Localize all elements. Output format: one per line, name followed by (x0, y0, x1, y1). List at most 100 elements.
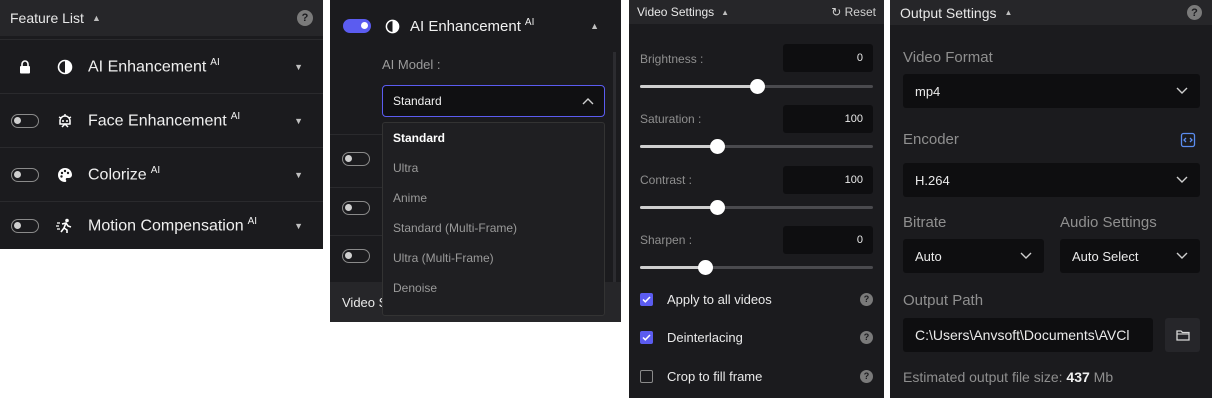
row-divider (330, 134, 382, 135)
collapse-caret-icon[interactable]: ▲ (590, 21, 599, 31)
deinterlacing-row[interactable]: Deinterlacing ? (640, 327, 873, 347)
feature-item-ai-enhancement[interactable]: AI Enhancement AI ▼ (0, 39, 323, 93)
audio-settings-value: Auto Select (1072, 248, 1139, 264)
sharpen-value-input[interactable]: 0 (783, 226, 873, 254)
slider-fill (640, 145, 717, 148)
output-settings-header[interactable]: Output Settings ▲ ? (890, 0, 1212, 25)
video-settings-panel: Video Settings ▲ ↻ Reset Brightness : 0 … (629, 0, 884, 398)
toggle-switch[interactable] (11, 218, 39, 233)
chevron-down-icon (1176, 87, 1188, 95)
deinterlacing-label: Deinterlacing (667, 329, 743, 345)
bitrate-select[interactable]: Auto (903, 239, 1044, 273)
help-icon[interactable]: ? (860, 292, 873, 306)
ai-enhancement-toggle[interactable] (343, 19, 371, 33)
toggle-switch[interactable] (342, 201, 370, 215)
help-icon[interactable]: ? (860, 369, 873, 383)
apply-to-all-videos-label: Apply to all videos (667, 291, 772, 307)
crop-to-fill-frame-row[interactable]: Crop to fill frame ? (640, 366, 873, 386)
audio-settings-select[interactable]: Auto Select (1060, 239, 1200, 273)
toggle-switch[interactable] (11, 167, 39, 182)
feature-toggle[interactable] (0, 218, 50, 233)
slider-handle[interactable] (698, 260, 714, 275)
video-format-label: Video Format (903, 49, 993, 66)
slider-handle[interactable] (709, 139, 725, 154)
slider-handle[interactable] (749, 79, 765, 94)
contrast-value-input[interactable]: 100 (783, 166, 873, 194)
contrast-slider[interactable] (640, 200, 873, 215)
reset-label: Reset (844, 5, 876, 19)
video-settings-header[interactable]: Video Settings ▲ ↻ Reset (629, 0, 884, 24)
ai-model-option[interactable]: Standard (Multi-Frame) (383, 213, 604, 243)
output-path-input[interactable]: C:\Users\Anvsoft\Documents\AVCl (903, 318, 1153, 352)
feature-list-title: Feature List (10, 10, 84, 26)
encoder-settings-icon[interactable] (1180, 132, 1196, 148)
feature-item-colorize[interactable]: Colorize AI ▼ (0, 147, 323, 201)
ai-badge: AI (230, 110, 241, 122)
video-format-select[interactable]: mp4 (903, 74, 1200, 108)
brightness-slider[interactable] (640, 79, 873, 94)
collapse-triangle-icon[interactable]: ▲ (1005, 8, 1013, 17)
feature-list-header[interactable]: Feature List ▲ ? (0, 0, 323, 36)
crop-to-fill-frame-checkbox[interactable] (640, 369, 653, 383)
ai-badge: AI (150, 164, 161, 176)
video-settings-title: Video Settings (637, 5, 715, 19)
hidden-feature-toggle[interactable] (330, 139, 382, 179)
scrollbar[interactable] (613, 52, 616, 282)
collapse-triangle-icon[interactable]: ▲ (92, 13, 101, 23)
feature-item-label-wrap: Face Enhancement AI (88, 111, 240, 130)
feature-item-label-wrap: Colorize AI (88, 165, 160, 184)
help-icon[interactable]: ? (297, 10, 313, 26)
feature-toggle[interactable] (0, 113, 50, 128)
output-settings-title: Output Settings (900, 4, 997, 21)
apply-to-all-videos-row[interactable]: Apply to all videos ? (640, 289, 873, 309)
bitrate-label: Bitrate (903, 214, 947, 231)
saturation-value-input[interactable]: 100 (783, 105, 873, 133)
feature-item-face-enhancement[interactable]: Face Enhancement AI ▼ (0, 93, 323, 147)
sharpen-slider[interactable] (640, 260, 873, 275)
ai-model-select[interactable]: Standard (382, 85, 605, 117)
palette-icon (50, 167, 80, 183)
slider-handle[interactable] (709, 200, 725, 215)
lock-icon (0, 59, 50, 74)
ai-model-dropdown-menu: Standard Ultra Anime Standard (Multi-Fra… (382, 122, 605, 316)
feature-item-label: Motion Compensation (88, 217, 244, 235)
ai-enhancement-header[interactable]: AI Enhancement AI ▲ (330, 0, 621, 52)
ai-model-option[interactable]: Ultra (383, 153, 604, 183)
expand-caret-icon[interactable]: ▼ (294, 221, 303, 231)
expand-caret-icon[interactable]: ▼ (294, 170, 303, 180)
ai-badge: AI (524, 17, 535, 28)
running-icon (50, 218, 80, 234)
deinterlacing-checkbox[interactable] (640, 330, 653, 344)
encoder-select[interactable]: H.264 (903, 163, 1200, 197)
ai-model-option[interactable]: Ultra (Multi-Frame) (383, 243, 604, 273)
toggle-switch[interactable] (342, 152, 370, 166)
brightness-value-input[interactable]: 0 (783, 44, 873, 72)
encoder-value: H.264 (915, 172, 950, 188)
estimated-size-unit: Mb (1093, 369, 1114, 385)
chevron-up-icon (582, 97, 594, 105)
feature-list-panel: Feature List ▲ ? AI Enhancement AI ▼ Face… (0, 0, 323, 249)
estimated-size-prefix: Estimated output file size: (903, 369, 1063, 385)
apply-to-all-videos-checkbox[interactable] (640, 292, 653, 306)
video-format-value: mp4 (915, 83, 941, 99)
hidden-feature-toggle[interactable] (330, 188, 382, 228)
toggle-switch[interactable] (11, 113, 39, 128)
help-icon[interactable]: ? (1187, 5, 1202, 20)
saturation-slider[interactable] (640, 139, 873, 154)
feature-toggle[interactable] (0, 167, 50, 182)
toggle-switch[interactable] (342, 249, 370, 263)
browse-folder-button[interactable] (1165, 318, 1200, 352)
expand-caret-icon[interactable]: ▼ (294, 62, 303, 72)
hidden-feature-toggle[interactable] (330, 236, 382, 276)
feature-item-motion-compensation[interactable]: Motion Compensation AI ▼ (0, 201, 323, 249)
half-circle-icon (385, 19, 400, 34)
help-icon[interactable]: ? (860, 330, 873, 344)
collapse-triangle-icon[interactable]: ▲ (721, 8, 729, 17)
reset-button[interactable]: ↻ Reset (831, 5, 876, 19)
ai-model-option[interactable]: Standard (383, 123, 604, 153)
ai-model-option[interactable]: Denoise (383, 273, 604, 303)
expand-caret-icon[interactable]: ▼ (294, 116, 303, 126)
ai-enhancement-title: AI Enhancement AI (410, 17, 534, 35)
sharpen-label: Sharpen : (640, 233, 693, 247)
ai-model-option[interactable]: Anime (383, 183, 604, 213)
